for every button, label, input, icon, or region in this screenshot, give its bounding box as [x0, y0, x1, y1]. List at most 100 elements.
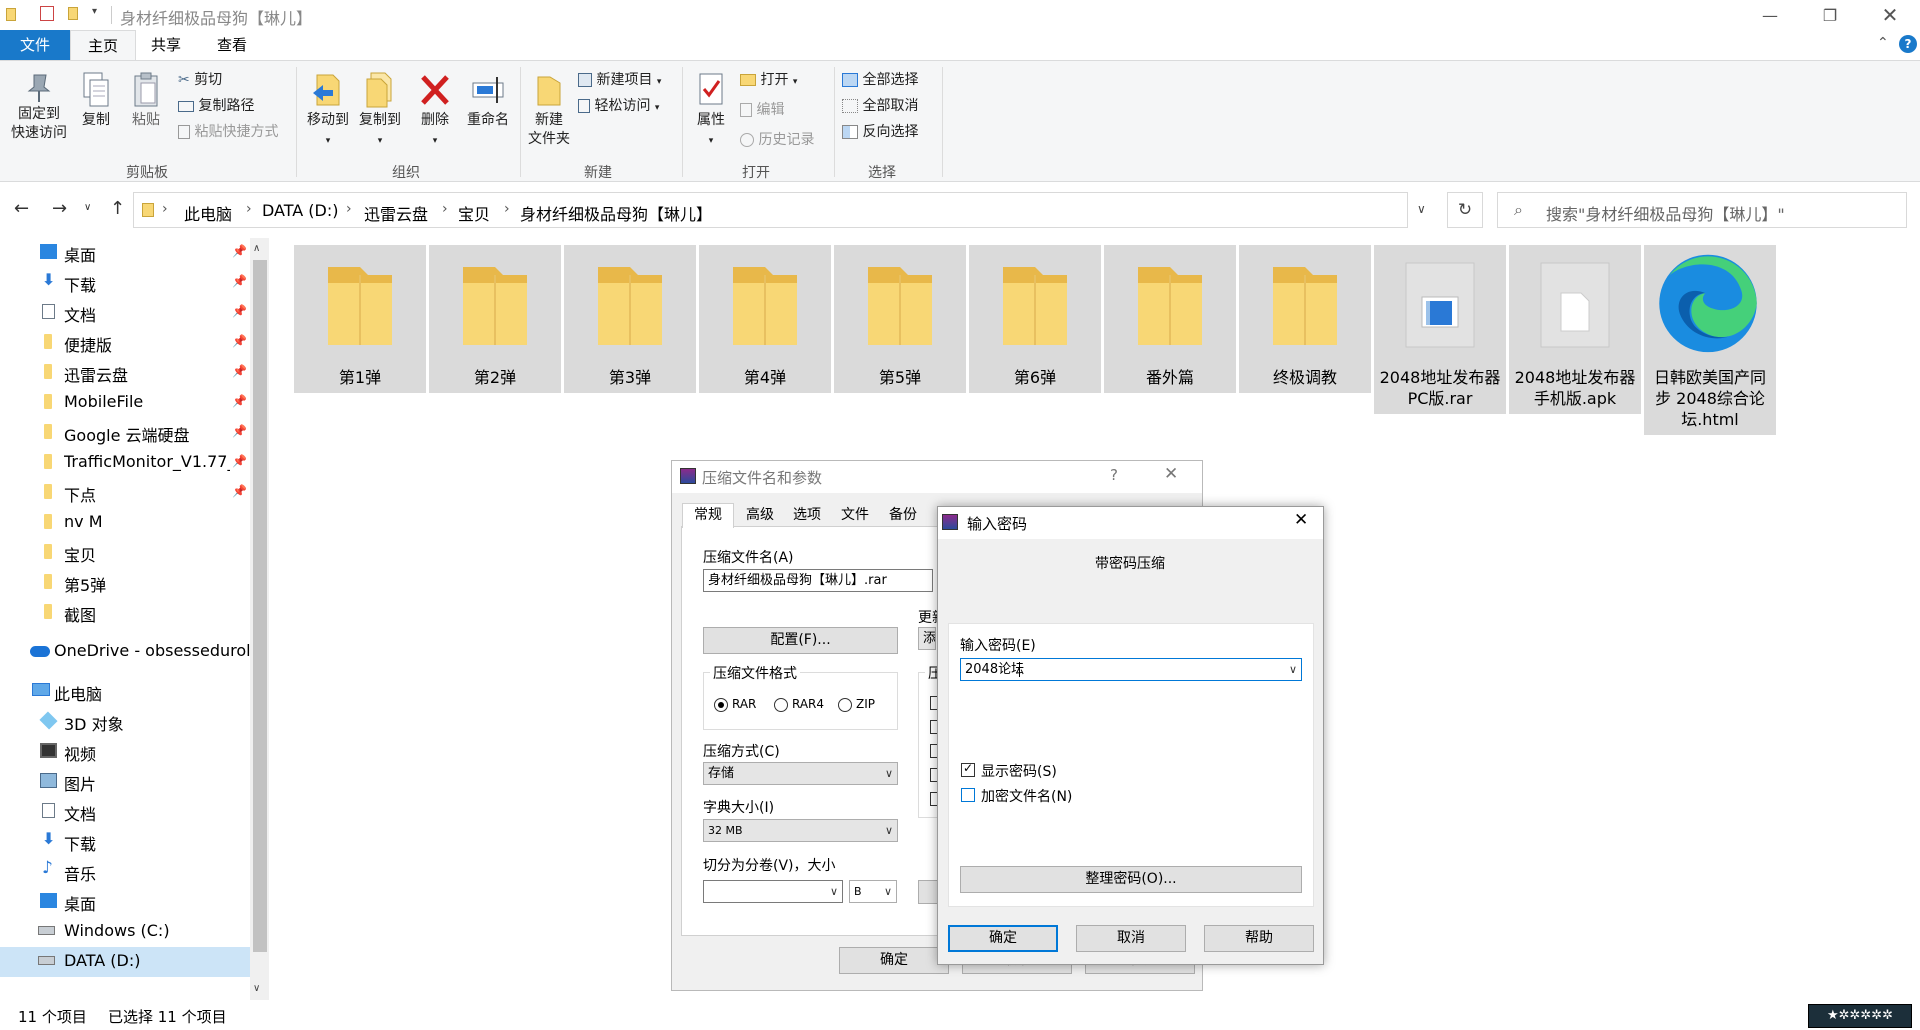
organize-passwords-button[interactable]: 整理密码(O)...: [960, 866, 1302, 893]
pin-icon[interactable]: 📌: [232, 484, 247, 498]
set-password-button-partial[interactable]: [918, 880, 938, 904]
history-button[interactable]: 历史记录: [740, 129, 814, 149]
tab-general[interactable]: 常规: [682, 503, 734, 528]
stars-icon[interactable]: ★✲✲✲✲✲: [1808, 1004, 1912, 1028]
method-select[interactable]: 存储 ∨: [703, 762, 898, 785]
breadcrumb-xunlei[interactable]: 迅雷云盘: [364, 201, 428, 225]
move-to-button[interactable]: 移动到 ▾: [302, 71, 354, 151]
nav-item-xunlei[interactable]: 迅雷云盘 📌: [0, 358, 250, 388]
nav-item-downloads-pc[interactable]: ⬇ 下载: [0, 827, 250, 857]
file-tile-html[interactable]: 日韩欧美国产同步 2048综合论坛.html: [1644, 245, 1776, 435]
tab-options[interactable]: 选项: [784, 505, 830, 527]
tab-file[interactable]: 文件: [0, 30, 70, 60]
format-zip-radio[interactable]: [838, 698, 852, 712]
close-button[interactable]: ✕: [1860, 0, 1920, 30]
properties-quick-icon[interactable]: [40, 6, 54, 21]
nav-item-di5dan[interactable]: 第5弹: [0, 568, 250, 598]
tab-backup[interactable]: 备份: [880, 505, 926, 527]
password-input[interactable]: 2048论坛 ∨: [960, 658, 1302, 681]
easy-access-button[interactable]: 轻松访问 ▾: [578, 95, 659, 115]
nav-item-nvm[interactable]: nv M: [0, 508, 250, 538]
tab-files[interactable]: 文件: [832, 505, 878, 527]
pin-icon[interactable]: 📌: [232, 274, 247, 288]
search-input[interactable]: ⌕ 搜索"身材纤细极品母狗【琳儿】": [1497, 192, 1907, 228]
properties-button[interactable]: 属性 ▾: [686, 71, 736, 151]
file-tile-folder[interactable]: 第2弹: [429, 245, 561, 393]
breadcrumb-data-d[interactable]: DATA (D:): [262, 201, 339, 220]
pin-icon[interactable]: 📌: [232, 364, 247, 378]
nav-item-mobilefile[interactable]: MobileFile 📌: [0, 388, 250, 418]
nav-item-screenshots[interactable]: 截图: [0, 598, 250, 628]
select-none-button[interactable]: 全部取消: [842, 95, 918, 115]
quick-access-dropdown-icon[interactable]: ▾: [92, 6, 97, 17]
file-tile-folder[interactable]: 第5弹: [834, 245, 966, 393]
nav-item-music[interactable]: ♪ 音乐: [0, 857, 250, 887]
tab-advanced[interactable]: 高级: [738, 505, 782, 527]
pin-icon[interactable]: 📌: [232, 424, 247, 438]
cut-button[interactable]: ✂ 剪切: [178, 69, 222, 89]
nav-scrollbar-thumb[interactable]: [253, 260, 267, 952]
invert-selection-button[interactable]: 反向选择: [842, 121, 918, 141]
show-password-checkbox[interactable]: ✓: [961, 761, 975, 777]
new-item-button[interactable]: 新建项目 ▾: [578, 69, 661, 89]
paste-shortcut-button[interactable]: 粘贴快捷方式: [178, 121, 278, 141]
format-rar-radio[interactable]: [714, 698, 728, 712]
pin-icon[interactable]: 📌: [232, 244, 247, 258]
minimize-button[interactable]: —: [1740, 0, 1800, 30]
recent-dropdown-icon[interactable]: ∨: [84, 202, 91, 213]
dict-size-select[interactable]: 32 MB ∨: [703, 819, 898, 842]
archive-ok-button[interactable]: 确定: [839, 947, 949, 974]
nav-item-xiadian[interactable]: 下点 📌: [0, 478, 250, 508]
collapse-ribbon-icon[interactable]: ⌃: [1877, 35, 1889, 51]
password-cancel-button[interactable]: 取消: [1076, 925, 1186, 952]
password-dialog-close-icon[interactable]: ✕: [1294, 510, 1308, 530]
copy-to-button[interactable]: 复制到 ▾: [354, 71, 406, 151]
archive-dialog-help-icon[interactable]: ?: [1110, 466, 1118, 484]
new-folder-quick-icon[interactable]: [68, 7, 78, 20]
pin-icon[interactable]: 📌: [232, 304, 247, 318]
scroll-up-icon[interactable]: ∧: [253, 243, 260, 254]
archive-dialog-close-icon[interactable]: ✕: [1164, 464, 1178, 484]
select-all-button[interactable]: 全部选择: [842, 69, 918, 89]
file-tile-folder[interactable]: 番外篇: [1104, 245, 1236, 393]
pin-icon[interactable]: 📌: [232, 394, 247, 408]
nav-item-network[interactable]: 网络: [0, 977, 250, 978]
nav-item-windows-c[interactable]: Windows (C:): [0, 917, 250, 947]
up-arrow-icon[interactable]: ↑: [110, 198, 125, 219]
format-rar4-radio[interactable]: [774, 698, 788, 712]
nav-item-desktop-pc[interactable]: 桌面: [0, 887, 250, 917]
pin-to-quick-access-button[interactable]: 固定到 快速访问: [4, 71, 74, 143]
open-button[interactable]: 打开 ▾: [740, 69, 797, 89]
nav-item-pictures[interactable]: 图片: [0, 767, 250, 797]
pin-icon[interactable]: 📌: [232, 334, 247, 348]
edit-button[interactable]: 编辑: [740, 99, 784, 119]
back-arrow-icon[interactable]: ←: [14, 198, 29, 219]
delete-button[interactable]: 删除 ▾: [412, 71, 458, 151]
paste-button[interactable]: 粘贴: [124, 71, 168, 130]
breadcrumb-baobei[interactable]: 宝贝: [458, 201, 490, 225]
nav-item-downloads[interactable]: ⬇ 下载 📌: [0, 268, 250, 298]
split-unit-select[interactable]: B ∨: [849, 880, 897, 903]
file-tile-folder[interactable]: 第3弹: [564, 245, 696, 393]
file-tile-rar[interactable]: 2048地址发布器PC版.rar: [1374, 245, 1506, 414]
forward-arrow-icon[interactable]: →: [52, 198, 67, 219]
nav-item-trafficmonitor[interactable]: TrafficMonitor_V1.77_ 📌: [0, 448, 250, 478]
file-tile-folder[interactable]: 第6弹: [969, 245, 1101, 393]
archive-name-input[interactable]: 身材纤细极品母狗【琳儿】.rar: [703, 569, 933, 592]
nav-item-portable[interactable]: 便捷版 📌: [0, 328, 250, 358]
split-volume-size-input[interactable]: ∨: [703, 880, 843, 903]
scroll-down-icon[interactable]: ∨: [253, 983, 260, 994]
file-tile-folder[interactable]: 第4弹: [699, 245, 831, 393]
password-ok-button[interactable]: 确定: [948, 925, 1058, 952]
encrypt-file-names-checkbox[interactable]: [961, 788, 975, 802]
password-help-button[interactable]: 帮助: [1204, 925, 1314, 952]
address-bar[interactable]: › 此电脑 › DATA (D:) › 迅雷云盘 › 宝贝 › 身材纤细极品母狗…: [133, 192, 1426, 228]
breadcrumb-this-pc[interactable]: 此电脑: [184, 201, 232, 225]
address-dropdown-icon[interactable]: ∨: [1417, 202, 1426, 216]
nav-item-desktop[interactable]: 桌面 📌: [0, 238, 250, 268]
nav-item-documents-pc[interactable]: 文档: [0, 797, 250, 827]
tab-share[interactable]: 共享: [136, 30, 196, 60]
rename-button[interactable]: 重命名: [462, 71, 514, 130]
file-tile-apk[interactable]: 2048地址发布器手机版.apk: [1509, 245, 1641, 414]
restore-button[interactable]: ❐: [1800, 0, 1860, 30]
